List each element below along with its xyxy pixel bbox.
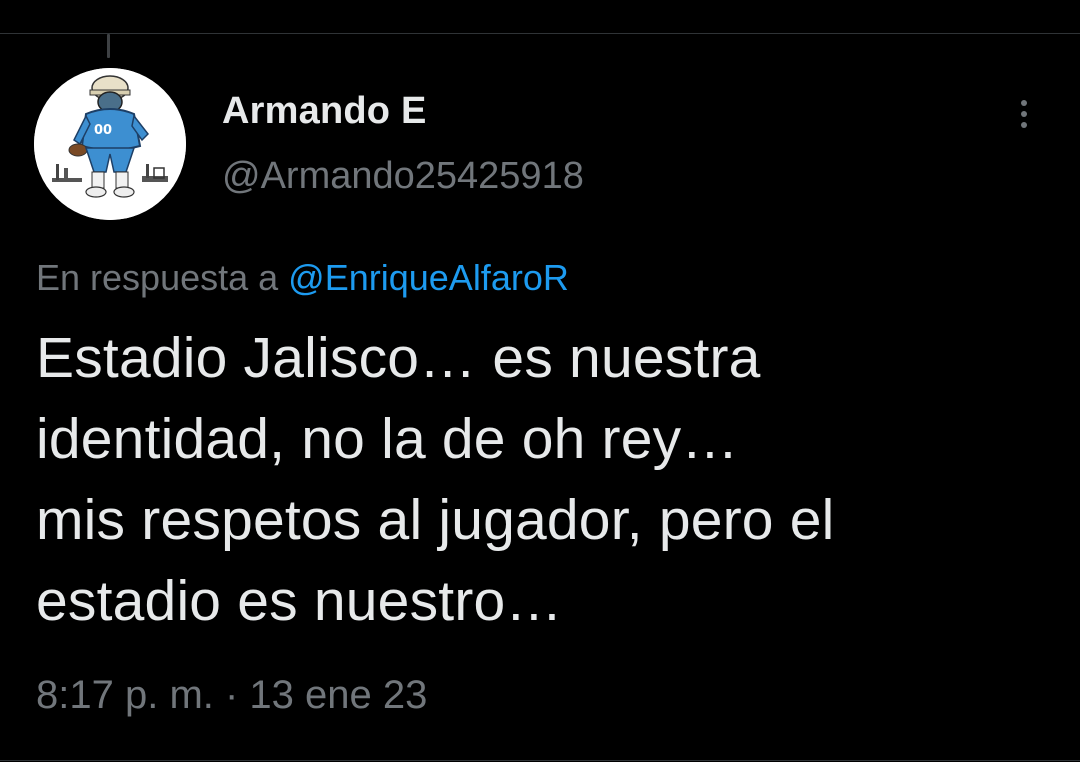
football-player-avatar-icon: 00 xyxy=(34,68,186,220)
reply-context: En respuesta a @EnriqueAlfaroR xyxy=(36,257,569,299)
user-handle[interactable]: @Armando25425918 xyxy=(222,155,584,198)
display-name[interactable]: Armando E xyxy=(222,90,427,133)
reply-prefix: En respuesta a xyxy=(36,257,279,298)
more-options-button[interactable] xyxy=(1006,94,1042,134)
bottom-divider xyxy=(0,760,1080,761)
reply-mention-link[interactable]: @EnriqueAlfaroR xyxy=(288,257,569,298)
svg-text:00: 00 xyxy=(94,123,112,138)
more-options-icon-dot xyxy=(1021,122,1027,128)
tweet-timestamp[interactable]: 8:17 p. m. · 13 ene 23 xyxy=(36,673,427,718)
top-divider xyxy=(0,33,1080,34)
more-options-icon-dot xyxy=(1021,111,1027,117)
thread-connector-line xyxy=(107,34,110,58)
tweet-text: Estadio Jalisco… es nuestra identidad, n… xyxy=(36,326,835,633)
avatar[interactable]: 00 xyxy=(34,68,186,220)
more-options-icon xyxy=(1021,100,1027,106)
